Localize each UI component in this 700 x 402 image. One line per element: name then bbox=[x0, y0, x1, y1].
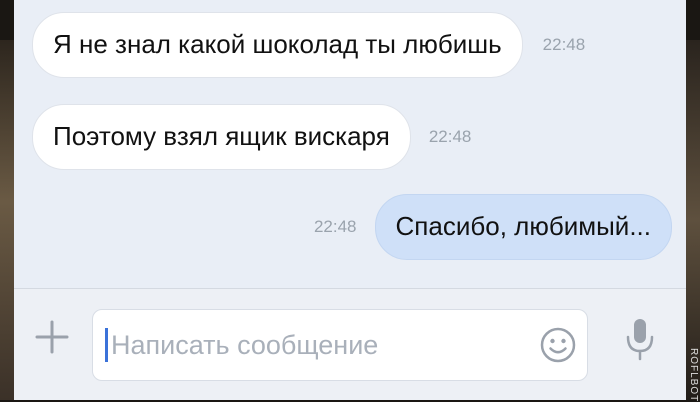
text-caret bbox=[105, 328, 108, 362]
background-photo-right bbox=[686, 40, 700, 400]
message-row-incoming: Поэтому взял ящик вискаря 22:48 bbox=[32, 104, 471, 170]
plus-icon[interactable] bbox=[32, 317, 72, 357]
message-row-incoming: Я не знал какой шоколад ты любишь 22:48 bbox=[32, 12, 585, 78]
message-time: 22:48 bbox=[313, 217, 357, 236]
chat-screen: Я не знал какой шоколад ты любишь 22:48 … bbox=[14, 0, 686, 400]
microphone-icon[interactable] bbox=[622, 315, 658, 365]
smile-icon[interactable] bbox=[539, 326, 577, 364]
message-bubble-incoming[interactable]: Я не знал какой шоколад ты любишь bbox=[32, 12, 523, 78]
message-row-outgoing: 22:48 Спасибо, любимый... bbox=[314, 194, 672, 260]
message-list[interactable]: Я не знал какой шоколад ты любишь 22:48 … bbox=[14, 0, 686, 288]
message-composer: Написать сообщение bbox=[14, 288, 686, 400]
message-time: 22:48 bbox=[428, 127, 472, 146]
watermark-text: ROFLBOT bbox=[688, 348, 699, 402]
message-time: 22:48 bbox=[542, 35, 586, 54]
message-bubble-incoming[interactable]: Поэтому взял ящик вискаря bbox=[32, 104, 411, 170]
message-input-placeholder: Написать сообщение bbox=[111, 330, 379, 360]
message-input[interactable]: Написать сообщение bbox=[92, 309, 588, 381]
message-bubble-outgoing[interactable]: Спасибо, любимый... bbox=[374, 194, 672, 260]
